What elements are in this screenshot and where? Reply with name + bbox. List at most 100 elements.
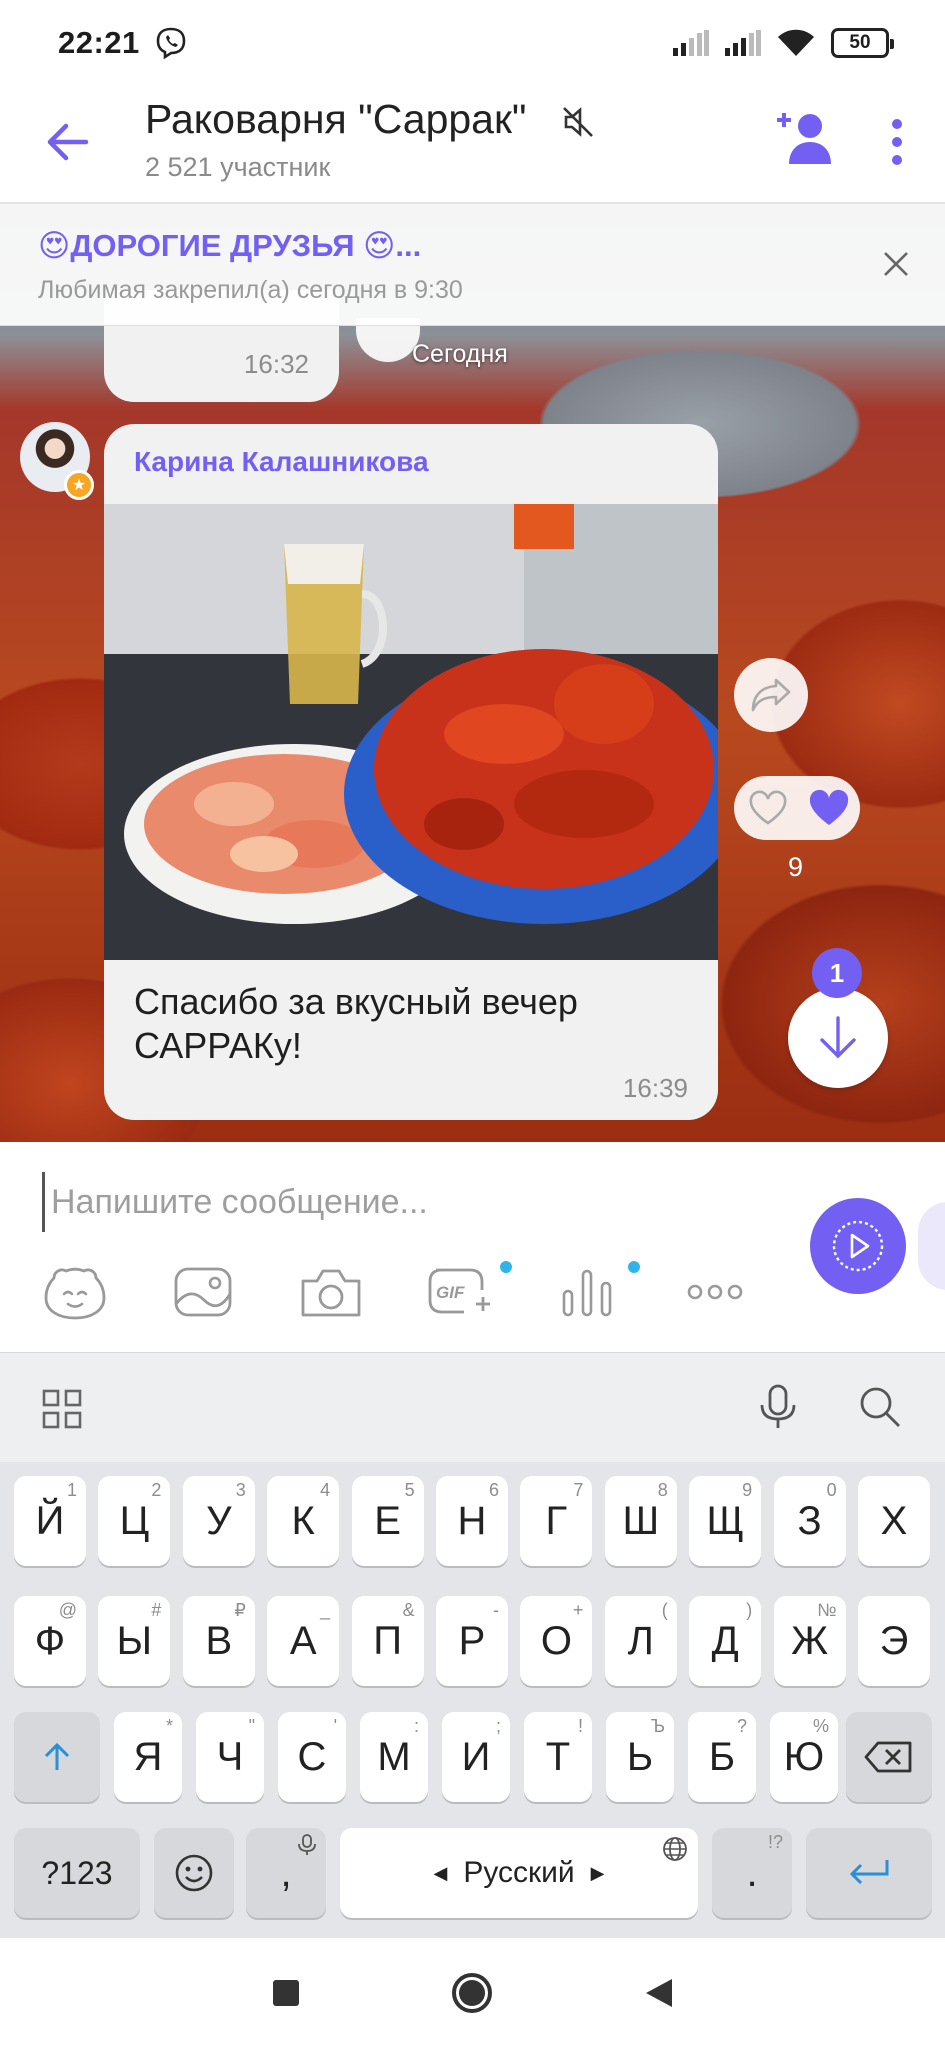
- space-right-chevron-icon: ▶: [590, 1862, 605, 1883]
- key-З[interactable]: З0: [773, 1476, 846, 1566]
- key-secondary-char: ;: [495, 1716, 501, 1736]
- key-char: Ж: [791, 1618, 829, 1663]
- space-key[interactable]: ◀ Русский ▶: [340, 1828, 698, 1918]
- back-arrow-icon[interactable]: [42, 116, 94, 168]
- key-О[interactable]: О +: [520, 1596, 593, 1686]
- poll-button[interactable]: [552, 1257, 640, 1327]
- system-nav-bar: [0, 1938, 945, 2048]
- camera-button[interactable]: [296, 1257, 366, 1327]
- key-Ч[interactable]: Ч ": [196, 1712, 264, 1802]
- key-Ж[interactable]: Ж №: [773, 1596, 846, 1686]
- keyboard: Й1Ц2У3К4Е5Н6Г7Ш8Щ9З0Х Ф @ Ы # В ₽ А _ П & Р - О + Л(Д)…: [0, 1462, 945, 1938]
- key-Л[interactable]: Л(: [604, 1596, 677, 1686]
- more-tools-button[interactable]: [680, 1257, 750, 1327]
- search-icon[interactable]: [858, 1385, 902, 1429]
- microphone-icon[interactable]: [758, 1383, 798, 1431]
- key-secondary-char: *: [165, 1716, 173, 1736]
- scroll-to-bottom-button[interactable]: [788, 988, 888, 1088]
- more-options-icon[interactable]: [880, 114, 914, 170]
- pinned-message-banner[interactable]: 😍ДОРОГИЕ ДРУЗЬЯ 😍... Любимая закрепил(а)…: [0, 204, 945, 326]
- key-char: П: [373, 1618, 402, 1663]
- backspace-icon: [864, 1741, 912, 1773]
- key-secondary-char: 7: [573, 1480, 584, 1500]
- key-И[interactable]: И;: [442, 1712, 510, 1802]
- status-time: 22:21: [58, 25, 140, 60]
- keyboard-row-4: ?123 , ◀ Русский ▶ . !?: [0, 1828, 945, 1922]
- home-circle-icon[interactable]: [450, 1971, 494, 2015]
- backspace-key[interactable]: [846, 1712, 932, 1802]
- sender-name[interactable]: Карина Калашникова: [134, 446, 429, 478]
- key-Г[interactable]: Г7: [520, 1476, 593, 1566]
- emoji-key[interactable]: [154, 1828, 234, 1918]
- key-Ц[interactable]: Ц2: [98, 1476, 171, 1566]
- key-char: Ч: [216, 1734, 244, 1779]
- key-Э[interactable]: Э: [858, 1596, 930, 1686]
- key-Ь[interactable]: ЬЪ: [606, 1712, 674, 1802]
- key-Х[interactable]: Х: [858, 1476, 930, 1566]
- key-char: Щ: [706, 1498, 744, 1543]
- message-bubble[interactable]: Карина Калашникова Спасибо за вкусный ве…: [104, 424, 718, 1120]
- space-language-label: Русский: [463, 1856, 575, 1889]
- recents-square-icon[interactable]: [272, 1979, 300, 2007]
- admin-star-badge: ★: [64, 470, 94, 500]
- reactions-pill[interactable]: [734, 776, 860, 840]
- shift-key[interactable]: [14, 1712, 100, 1802]
- key-char: Л: [627, 1618, 654, 1663]
- key-Т[interactable]: Т!: [524, 1712, 592, 1802]
- key-П[interactable]: П &: [351, 1596, 424, 1686]
- key-Ы[interactable]: Ы #: [98, 1596, 171, 1686]
- message-input[interactable]: [42, 1172, 782, 1232]
- key-Щ[interactable]: Щ9: [689, 1476, 762, 1566]
- key-Р[interactable]: Р-: [436, 1596, 508, 1686]
- gallery-button[interactable]: [168, 1257, 238, 1327]
- apps-grid-icon[interactable]: [42, 1389, 82, 1429]
- smiley-icon: [175, 1854, 213, 1892]
- key-К[interactable]: К4: [267, 1476, 340, 1566]
- previous-message-time: 16:32: [243, 349, 309, 379]
- key-secondary-char: ₽: [234, 1600, 246, 1620]
- enter-key[interactable]: [806, 1828, 932, 1918]
- key-Ш[interactable]: Ш8: [604, 1476, 677, 1566]
- key-Н[interactable]: Н6: [436, 1476, 508, 1566]
- key-secondary-char: _: [320, 1600, 331, 1620]
- add-participant-icon[interactable]: [775, 108, 831, 168]
- voice-message-button[interactable]: [810, 1198, 906, 1294]
- like-heart-outline-icon[interactable]: [748, 790, 788, 826]
- key-secondary-char: @: [58, 1600, 77, 1620]
- forward-button[interactable]: [734, 658, 808, 732]
- close-pinned-icon[interactable]: [880, 248, 912, 280]
- key-Д[interactable]: Д): [689, 1596, 762, 1686]
- mic-small-icon: [298, 1834, 316, 1855]
- key-А[interactable]: А _: [267, 1596, 340, 1686]
- key-Ф[interactable]: Ф @: [14, 1596, 86, 1686]
- side-panel-peek[interactable]: [918, 1202, 945, 1290]
- comma-key[interactable]: ,: [246, 1828, 326, 1918]
- composer-toolbar: GIF: [40, 1252, 750, 1332]
- sticker-button[interactable]: [40, 1257, 110, 1327]
- key-Е[interactable]: Е5: [351, 1476, 424, 1566]
- message-photo[interactable]: [104, 504, 718, 960]
- key-secondary-char: 5: [404, 1480, 415, 1500]
- key-secondary-char: !: [577, 1716, 583, 1736]
- key-char: Э: [879, 1618, 909, 1663]
- back-triangle-icon[interactable]: [644, 1977, 674, 2009]
- key-С[interactable]: С ': [278, 1712, 346, 1802]
- chat-title[interactable]: Раковарня "Саррак": [145, 96, 526, 143]
- numbers-key[interactable]: ?123: [14, 1828, 140, 1918]
- key-char: Ф: [34, 1618, 66, 1663]
- key-secondary-char: 9: [742, 1480, 753, 1500]
- key-Ю[interactable]: Ю%: [770, 1712, 838, 1802]
- period-key[interactable]: . !?: [712, 1828, 792, 1918]
- key-В[interactable]: В ₽: [182, 1596, 255, 1686]
- like-count: 9: [788, 852, 804, 882]
- gif-button[interactable]: GIF: [424, 1257, 512, 1327]
- key-Й[interactable]: Й1: [14, 1476, 86, 1566]
- key-У[interactable]: У3: [182, 1476, 255, 1566]
- key-secondary-char: ': [333, 1716, 337, 1736]
- key-char: З: [797, 1498, 822, 1543]
- key-char: Р: [458, 1618, 486, 1663]
- key-Я[interactable]: Я *: [114, 1712, 182, 1802]
- key-char: Е: [374, 1498, 401, 1543]
- key-М[interactable]: М:: [360, 1712, 428, 1802]
- key-Б[interactable]: Б?: [688, 1712, 756, 1802]
